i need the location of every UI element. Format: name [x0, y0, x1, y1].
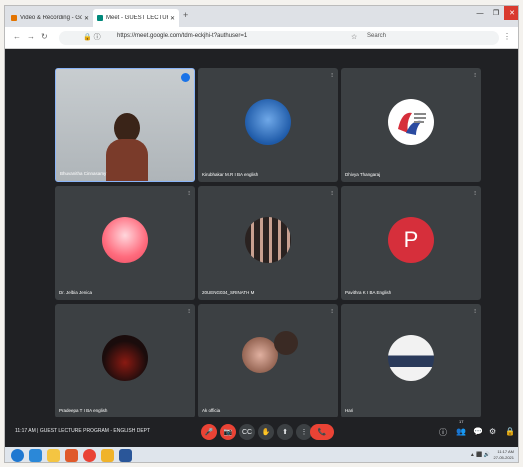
activities-button[interactable]: ⚙: [489, 427, 496, 436]
host-controls-button[interactable]: 🔒: [505, 427, 515, 436]
mic-off-icon: ⁝: [188, 309, 190, 315]
captions-button[interactable]: CC: [239, 424, 255, 440]
maximize-button[interactable]: ❐: [488, 6, 504, 20]
mic-off-icon: ⁝: [474, 191, 476, 197]
participant-name: Kirubhakar M.R I BA english: [202, 172, 259, 177]
search-box[interactable]: Search: [367, 33, 386, 39]
participant-tile[interactable]: ⁝ Ak officia: [198, 304, 338, 418]
chat-button[interactable]: 💬: [473, 427, 483, 436]
mic-off-icon: ⁝: [188, 191, 190, 197]
present-button[interactable]: ⬆: [277, 424, 293, 440]
tab-label: Meet - GUEST LECTURE PROG: [106, 15, 168, 21]
participant-tile[interactable]: ⁝ 20UENG034_SRINATH M: [198, 186, 338, 300]
menu-icon[interactable]: ⋮: [503, 32, 511, 41]
chrome-icon[interactable]: [83, 449, 96, 462]
participant-tile[interactable]: ⁝ Dr. Jelbia Jenica: [55, 186, 195, 300]
ie-icon[interactable]: [29, 449, 42, 462]
reload-icon[interactable]: ↻: [41, 32, 48, 41]
camera-person: [106, 113, 148, 181]
close-window-button[interactable]: ✕: [504, 6, 518, 20]
tab-meet[interactable]: Meet - GUEST LECTURE PROG ✕: [93, 9, 179, 27]
participant-avatar: [388, 99, 434, 145]
os-taskbar: ▲ ⬛ 🔊 11:17 AM 27-05-2021: [5, 447, 518, 462]
mic-off-icon: ⁝: [331, 191, 333, 197]
meeting-info-button[interactable]: ⓘ: [439, 427, 447, 438]
tab-video-recording[interactable]: Video & Recording - Google ✕: [7, 9, 93, 27]
tab-close-icon[interactable]: ✕: [170, 15, 175, 22]
file-explorer-icon[interactable]: [47, 449, 60, 462]
participant-tile[interactable]: ⁝ Dhivya Thangaraj: [341, 68, 481, 182]
participant-name: Ak officia: [202, 408, 221, 413]
participant-name: Hari: [345, 408, 354, 413]
system-tray[interactable]: ▲ ⬛ 🔊: [470, 452, 490, 458]
screen: Video & Recording - Google ✕ Meet - GUES…: [4, 5, 519, 463]
participant-tile[interactable]: ⁝ Hari: [341, 304, 481, 418]
meeting-grid: Bhuvanitha Cinnasamy ⁝ Kirubhakar M.R I …: [5, 49, 518, 418]
folder-icon[interactable]: [101, 449, 114, 462]
people-count: 17: [459, 419, 464, 424]
participant-avatar: [388, 335, 434, 381]
participant-name: Dr. Jelbia Jenica: [59, 290, 93, 295]
site-info-icon[interactable]: 🔒 ⓘ: [83, 32, 101, 42]
mic-off-icon: ⁝: [474, 73, 476, 79]
tab-favicon-icon: [11, 15, 17, 21]
tab-label: Video & Recording - Google: [20, 15, 82, 21]
participant-avatar: [242, 337, 278, 373]
participant-name: Bhuvanitha Cinnasamy: [60, 171, 107, 176]
participant-avatar: [245, 99, 291, 145]
camera-button[interactable]: 📷: [220, 424, 236, 440]
new-tab-button[interactable]: +: [183, 10, 188, 20]
meeting-control-bar: 11:17 AM | GUEST LECTURE PROGRAM - ENGLI…: [5, 417, 518, 447]
meeting-details: 11:17 AM | GUEST LECTURE PROGRAM - ENGLI…: [15, 428, 150, 434]
leave-call-button[interactable]: 📞: [310, 424, 334, 440]
participant-tile[interactable]: ⁝ P Pavithra K I BA English: [341, 186, 481, 300]
logo-icon: [398, 112, 426, 135]
mic-off-icon: ⁝: [474, 309, 476, 315]
forward-icon[interactable]: →: [27, 32, 35, 41]
bookmark-star-icon[interactable]: ☆: [351, 33, 357, 41]
clock-date: 27-05-2021: [493, 455, 514, 460]
raise-hand-button[interactable]: ✋: [258, 424, 274, 440]
participant-avatar: [102, 217, 148, 263]
participant-tile[interactable]: ⁝ Kirubhakar M.R I BA english: [198, 68, 338, 182]
taskbar-clock[interactable]: 11:17 AM 27-05-2021: [494, 449, 514, 461]
avatar-letter: P: [403, 227, 419, 252]
mic-off-icon: ⁝: [331, 309, 333, 315]
speaking-indicator-icon: [181, 73, 190, 82]
participant-name: Dhivya Thangaraj: [345, 172, 381, 177]
media-player-icon[interactable]: [65, 449, 78, 462]
participant-avatar: [102, 335, 148, 381]
participant-avatar: [245, 217, 291, 263]
participant-tile[interactable]: ⁝ Pradeepa T I BA english: [55, 304, 195, 418]
meeting-title: GUEST LECTURE PROGRAM - ENGLISH DEPT: [39, 428, 151, 434]
browser-tab-bar: Video & Recording - Google ✕ Meet - GUES…: [5, 6, 518, 27]
browser-toolbar: ← → ↻ 🔒 ⓘ https://meet.google.com/tdm-ec…: [5, 27, 518, 49]
participant-tile-self[interactable]: Bhuvanitha Cinnasamy: [55, 68, 195, 182]
participant-avatar-secondary: [274, 331, 298, 355]
meeting-time: 11:17 AM: [15, 428, 36, 434]
participant-name: Pavithra K I BA English: [345, 290, 392, 295]
minimize-button[interactable]: —: [472, 6, 488, 20]
mic-button[interactable]: 🎤: [201, 424, 217, 440]
participant-avatar: P: [388, 217, 434, 263]
tab-close-icon[interactable]: ✕: [84, 15, 89, 22]
participant-name: Pradeepa T I BA english: [59, 408, 108, 413]
address-bar[interactable]: 🔒 ⓘ https://meet.google.com/tdm-eckjhi-t…: [59, 31, 499, 45]
window-controls: — ❐ ✕: [472, 6, 518, 20]
url-text[interactable]: https://meet.google.com/tdm-eckjhi-t?aut…: [117, 33, 247, 39]
participant-name: 20UENG034_SRINATH M: [202, 290, 255, 295]
people-button[interactable]: 👥: [456, 427, 466, 436]
start-button[interactable]: [11, 449, 24, 462]
mic-off-icon: ⁝: [331, 73, 333, 79]
meet-favicon-icon: [97, 15, 103, 21]
back-icon[interactable]: ←: [13, 32, 21, 41]
separator: |: [37, 428, 39, 434]
word-icon[interactable]: [119, 449, 132, 462]
